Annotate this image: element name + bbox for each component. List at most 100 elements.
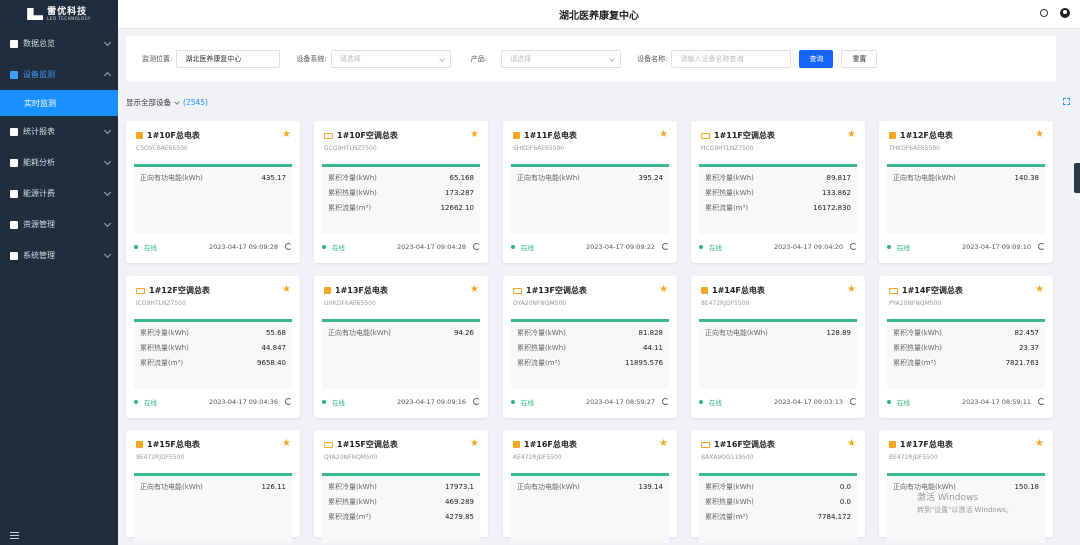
reading-row: 累积热量(kWh) 133.862 [705, 186, 851, 201]
sidebar-item-3[interactable]: 能耗分析 [0, 147, 118, 178]
star-icon[interactable]: ★ [659, 130, 668, 140]
fullscreen-icon[interactable] [1063, 98, 1070, 105]
side-drawer-handle[interactable] [1074, 163, 1080, 193]
device-footer: 在线 2023-04-17 09:04:20 [691, 234, 865, 259]
reading-label: 累积冷量(kWh) [140, 329, 189, 337]
reading-row: 正向有功电能(kWh) 435.17 [140, 171, 286, 186]
device-readings: 正向有功电能(kWh) 140.38 [887, 164, 1045, 234]
device-card[interactable]: 1#16F总电表 AE472RJDF5500 ★ 正向有功电能(kWh) 139.14 [503, 430, 677, 543]
refresh-icon[interactable] [285, 398, 292, 405]
reading-value: 128.89 [826, 329, 852, 337]
device-card[interactable]: 1#14F空调总表 PYA20NFNQM500 ★ 累积冷量(kWh) 82.457 累积… [879, 276, 1053, 418]
chevron-down-icon [103, 188, 112, 197]
reading-row: 累积热量(kWh) 44.847 [140, 341, 286, 356]
device-filter-toggle[interactable]: 显示全部设备 (2545) [126, 97, 208, 108]
refresh-icon[interactable] [662, 243, 669, 250]
device-card[interactable]: 1#16F空调总表 BAXA9OG119500 ★ 累积冷量(kWh) 0.0 累积热量(… [691, 430, 865, 543]
sidebar-item-label: 资源管理 [23, 220, 55, 229]
device-footer: 在线 2023-04-17 08:59:11 [879, 389, 1053, 414]
refresh-icon[interactable] [473, 243, 480, 250]
reading-label: 累积冷量(kWh) [328, 174, 377, 182]
air-conditioner-icon [701, 132, 710, 139]
star-icon[interactable]: ★ [659, 439, 668, 449]
refresh-icon[interactable] [662, 398, 669, 405]
location-input[interactable]: 湖北医养康复中心 [176, 50, 281, 68]
star-icon[interactable]: ★ [470, 285, 479, 295]
location-label: 监测位置: [142, 55, 173, 63]
online-dot-icon [887, 399, 891, 404]
reset-button[interactable]: 重置 [841, 50, 878, 68]
sidebar-item-6[interactable]: 系统管理 [0, 240, 118, 271]
star-icon[interactable]: ★ [1035, 130, 1044, 140]
reading-row: 正向有功电能(kWh) 395.24 [517, 171, 663, 186]
device-card[interactable]: 1#13F空调总表 OYA20NFNQM500 ★ 累积冷量(kWh) 81.828 累积… [503, 276, 677, 418]
reading-row: 累积冷量(kWh) 82.457 [893, 326, 1039, 341]
reading-row: 累积热量(kWh) 44.11 [517, 341, 663, 356]
device-footer: 在线 2023-04-17 09:09:16 [314, 389, 488, 414]
reading-row: 累积流量(m³) 9658.40 [140, 356, 286, 371]
refresh-icon[interactable] [1038, 398, 1045, 405]
device-code: UHKDF6AE65500 [324, 300, 376, 307]
reading-row: 累积冷量(kWh) 0.0 [705, 480, 851, 495]
device-code: HCG9HTLNZ7500 [701, 145, 754, 152]
sidebar-item-2[interactable]: 统计报表 [0, 116, 118, 147]
star-icon[interactable]: ★ [282, 285, 291, 295]
star-icon[interactable]: ★ [847, 439, 856, 449]
online-dot-icon [322, 399, 326, 404]
system-select[interactable]: 请选择 [330, 50, 451, 68]
star-icon[interactable]: ★ [1035, 439, 1044, 449]
star-icon[interactable]: ★ [470, 439, 479, 449]
device-code: ICG9HTLNZ7500 [136, 300, 186, 307]
sidebar-item-label: 设备监测 [23, 70, 55, 79]
sidebar-item-0[interactable]: 数据总览 [0, 28, 118, 59]
product-select[interactable]: 请选择 [501, 50, 622, 68]
meter-icon [136, 441, 143, 448]
logo: 雷优科技 LEO TECHNOLOGY [0, 0, 118, 28]
star-icon[interactable]: ★ [282, 130, 291, 140]
device-readings: 正向有功电能(kWh) 128.89 [699, 319, 857, 389]
device-card[interactable]: 1#11F空调总表 HCG9HTLNZ7500 ★ 累积冷量(kWh) 89.817 累积… [691, 121, 865, 263]
refresh-icon[interactable] [850, 398, 857, 405]
device-card[interactable]: 1#12F总电表 THKDF6AE65500 ★ 正向有功电能(kWh) 140.38 在… [879, 121, 1053, 263]
refresh-icon[interactable] [1038, 243, 1045, 250]
theme-toggle-icon[interactable] [1040, 9, 1048, 17]
device-name-input[interactable]: 请输入设备名称查询 [671, 50, 792, 68]
meter-icon [324, 287, 331, 294]
refresh-icon[interactable] [285, 243, 292, 250]
reading-value: 9658.40 [257, 359, 286, 367]
device-title: 1#12F空调总表 [149, 286, 210, 295]
user-avatar-icon[interactable] [1060, 8, 1070, 18]
reading-label: 正向有功电能(kWh) [140, 483, 203, 491]
reading-label: 正向有功电能(kWh) [893, 174, 956, 182]
device-card[interactable]: 1#14F总电表 8E472RJDF5500 ★ 正向有功电能(kWh) 128.89 在… [691, 276, 865, 418]
device-card[interactable]: 1#12F空调总表 ICG9HTLNZ7500 ★ 累积冷量(kWh) 55.68 累积热… [126, 276, 300, 418]
star-icon[interactable]: ★ [847, 285, 856, 295]
device-card[interactable]: 1#15F总电表 9E472RJDF5500 ★ 正向有功电能(kWh) 126.11 [126, 430, 300, 543]
reading-row: 正向有功电能(kWh) 128.89 [705, 326, 851, 341]
online-dot-icon [511, 399, 515, 404]
sidebar-item-5[interactable]: 资源管理 [0, 209, 118, 240]
refresh-icon[interactable] [850, 243, 857, 250]
star-icon[interactable]: ★ [847, 130, 856, 140]
menu-collapse-icon[interactable] [10, 532, 19, 539]
sidebar-item-4[interactable]: 能源计费 [0, 178, 118, 209]
query-button[interactable]: 查询 [799, 50, 834, 68]
device-card[interactable]: 1#15F空调总表 QYA20NFNQM500 ★ 累积冷量(kWh) 17973.1 累… [314, 430, 488, 543]
device-readings: 累积冷量(kWh) 89.817 累积热量(kWh) 133.862 累积流量(m³) 1… [699, 164, 857, 234]
device-card[interactable]: 1#11F总电表 SHKDF6AE65500 ★ 正向有功电能(kWh) 395.24 在… [503, 121, 677, 263]
reading-row: 累积冷量(kWh) 65.168 [328, 171, 474, 186]
device-readings: 正向有功电能(kWh) 395.24 [511, 164, 669, 234]
refresh-icon[interactable] [473, 398, 480, 405]
star-icon[interactable]: ★ [1035, 285, 1044, 295]
device-card[interactable]: 1#13F总电表 UHKDF6AE65500 ★ 正向有功电能(kWh) 94.26 在线… [314, 276, 488, 418]
star-icon[interactable]: ★ [659, 285, 668, 295]
star-icon[interactable]: ★ [470, 130, 479, 140]
meter-icon [513, 441, 520, 448]
sidebar-item-1[interactable]: 设备监测 [0, 59, 118, 90]
device-card[interactable]: 1#10F空调总表 GCG9HTLNZ7500 ★ 累积冷量(kWh) 65.168 累积… [314, 121, 488, 263]
star-icon[interactable]: ★ [282, 439, 291, 449]
device-card[interactable]: 1#17F总电表 BE472RJDF5500 ★ 正向有功电能(kWh) 150.18 [879, 430, 1053, 543]
sidebar-item-label: 能耗分析 [23, 158, 55, 167]
device-card[interactable]: 1#10F总电表 C5OVC6AE65500 ★ 正向有功电能(kWh) 435.17 在… [126, 121, 300, 263]
sidebar-subitem-realtime[interactable]: 实时监测 [0, 90, 118, 116]
